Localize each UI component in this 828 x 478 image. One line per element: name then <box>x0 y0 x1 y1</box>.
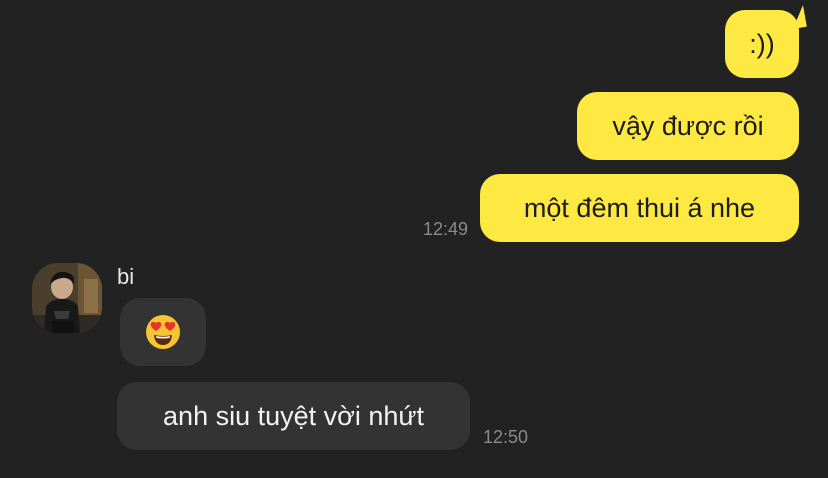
message-text: một đêm thui á nhe <box>523 192 756 223</box>
bubble-tail <box>789 4 807 30</box>
message-timestamp: 12:49 <box>423 219 469 239</box>
incoming-message[interactable] <box>120 298 206 366</box>
sender-name: bi <box>117 264 135 289</box>
heart-eyes-emoji-icon <box>146 315 180 349</box>
outgoing-message[interactable]: một đêm thui á nhe <box>480 174 799 242</box>
avatar[interactable] <box>32 263 102 333</box>
message-text: anh siu tuyệt vời nhứt <box>163 400 424 431</box>
message-timestamp: 12:50 <box>483 427 529 447</box>
outgoing-message[interactable]: :)) <box>725 4 807 78</box>
message-text: :)) <box>749 28 775 59</box>
incoming-message[interactable]: anh siu tuyệt vời nhứt <box>117 382 470 450</box>
outgoing-message[interactable]: vậy được rồi <box>577 92 799 160</box>
profile-photo-icon <box>32 263 102 333</box>
message-text: vậy được rồi <box>612 110 764 141</box>
